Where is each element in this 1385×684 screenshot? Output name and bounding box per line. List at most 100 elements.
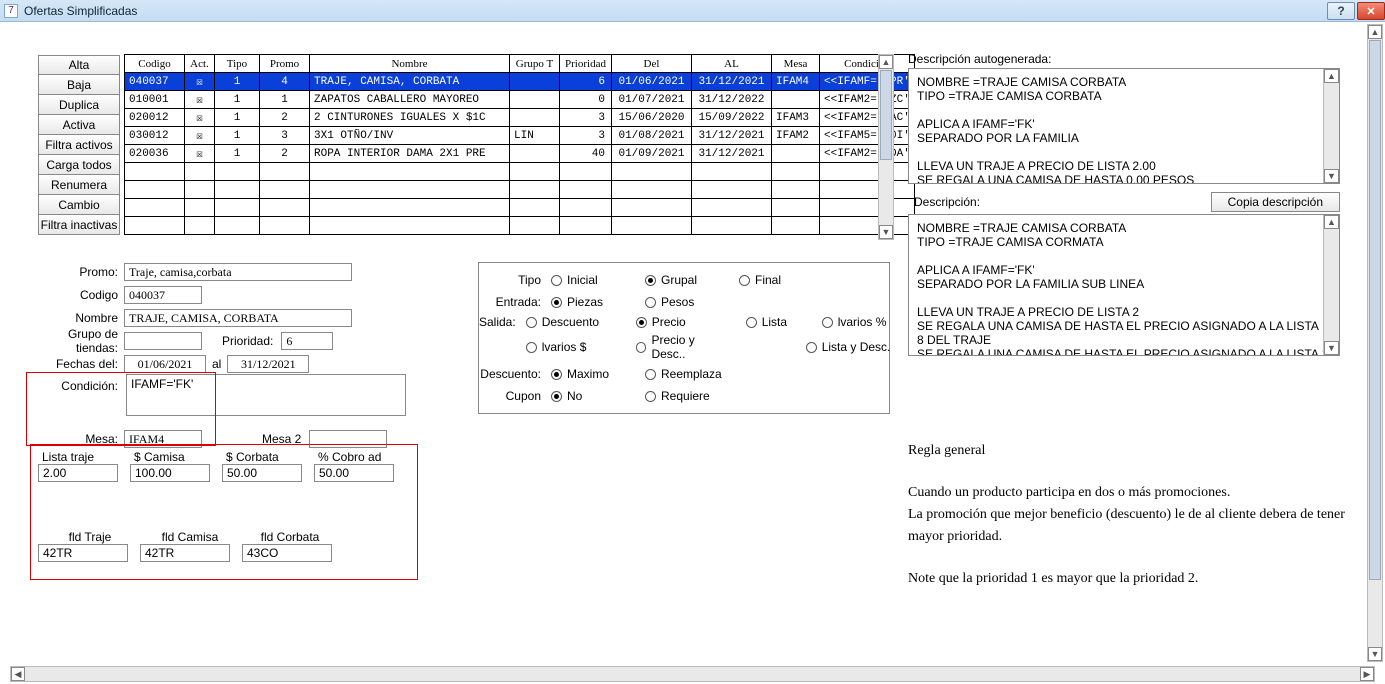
table-row[interactable]: 020036☒12ROPA INTERIOR DAMA 2X1 PRE4001/… bbox=[125, 145, 915, 163]
cell-del: 01/06/2021 bbox=[612, 73, 692, 91]
radio-pesos[interactable]: Pesos bbox=[645, 295, 723, 309]
close-button[interactable] bbox=[1357, 2, 1385, 20]
table-row[interactable]: 030012☒133X1 OTÑO/INVLIN301/08/202131/12… bbox=[125, 127, 915, 145]
duplica-button[interactable]: Duplica bbox=[38, 95, 120, 115]
col-al[interactable]: AL bbox=[692, 55, 772, 73]
radio-requiere[interactable]: Requiere bbox=[645, 389, 723, 403]
autogen-text: NOMBRE =TRAJE CAMISA CORBATA TIPO =TRAJE… bbox=[917, 75, 1331, 184]
radio-maximo[interactable]: Maximo bbox=[551, 367, 629, 381]
col-nombre[interactable]: Nombre bbox=[310, 55, 510, 73]
help-button[interactable]: ? bbox=[1327, 2, 1355, 20]
radio-ivarioss[interactable]: lvarios $ bbox=[526, 333, 620, 361]
radio-lista[interactable]: Lista bbox=[746, 315, 806, 329]
col-promo[interactable]: Promo bbox=[260, 55, 310, 73]
activa-button[interactable]: Activa bbox=[38, 115, 120, 135]
table-row[interactable]: 020012☒122 CINTURONES IGUALES X $1C315/0… bbox=[125, 109, 915, 127]
scroll-right-icon[interactable] bbox=[1360, 667, 1374, 681]
camisa-input[interactable] bbox=[130, 464, 210, 482]
table-row-empty bbox=[125, 181, 915, 199]
salida-label: Salida: bbox=[479, 315, 526, 329]
col-tipo[interactable]: Tipo bbox=[215, 55, 260, 73]
fld-grid: fld Traje fld Camisa fld Corbata bbox=[38, 530, 344, 562]
scroll-left-icon[interactable] bbox=[11, 667, 25, 681]
radio-precio[interactable]: Precio bbox=[636, 315, 730, 329]
col-condicion[interactable]: Condicion bbox=[820, 55, 915, 73]
alta-button[interactable]: Alta bbox=[38, 55, 120, 75]
col-act[interactable]: Act. bbox=[185, 55, 215, 73]
cobro-input[interactable] bbox=[314, 464, 394, 482]
filtra-activos-button[interactable]: Filtra activos bbox=[38, 135, 120, 155]
col-grupo[interactable]: Grupo T bbox=[510, 55, 560, 73]
autogen-scroll[interactable] bbox=[1323, 69, 1339, 183]
desc-text: NOMBRE =TRAJE CAMISA CORBATA TIPO =TRAJE… bbox=[917, 221, 1331, 356]
table-row[interactable]: 040037☒14TRAJE, CAMISA, CORBATA601/06/20… bbox=[125, 73, 915, 91]
entrada-row: Entrada: Piezas Pesos bbox=[479, 291, 889, 313]
copia-descripcion-button[interactable]: Copia descripción bbox=[1211, 192, 1340, 212]
prioridad-input[interactable] bbox=[281, 332, 333, 350]
desc-scroll[interactable] bbox=[1323, 215, 1339, 355]
scroll-up-icon[interactable] bbox=[879, 55, 893, 69]
table-row[interactable]: 010001☒11ZAPATOS CABALLERO MAYOREO001/07… bbox=[125, 91, 915, 109]
col-mesa[interactable]: Mesa bbox=[772, 55, 820, 73]
radio-precioydesc[interactable]: Precio y Desc.. bbox=[636, 333, 730, 361]
radio-final[interactable]: Final bbox=[739, 273, 817, 287]
cell-del: 01/09/2021 bbox=[612, 145, 692, 163]
radio-piezas[interactable]: Piezas bbox=[551, 295, 629, 309]
cell-codigo: 030012 bbox=[125, 127, 185, 145]
col-codigo[interactable]: Codigo bbox=[125, 55, 185, 73]
radio-grupal[interactable]: Grupal bbox=[645, 273, 723, 287]
grupotiendas-label: Grupo de tiendas: bbox=[38, 327, 124, 355]
cell-codigo: 040037 bbox=[125, 73, 185, 91]
col-prioridad[interactable]: Prioridad bbox=[560, 55, 612, 73]
fld-corbata-input[interactable] bbox=[242, 544, 332, 562]
cell-act: ☒ bbox=[185, 109, 215, 127]
fecha-del-input[interactable] bbox=[124, 355, 206, 373]
cell-prio: 3 bbox=[560, 127, 612, 145]
radio-inicial[interactable]: Inicial bbox=[551, 273, 629, 287]
cambio-button[interactable]: Cambio bbox=[38, 195, 120, 215]
radio-ivariospc[interactable]: lvarios % bbox=[822, 315, 916, 329]
filtra-inactivas-button[interactable]: Filtra inactivas bbox=[38, 215, 120, 235]
cell-act: ☒ bbox=[185, 145, 215, 163]
rule-para1: Cuando un producto participa en dos o má… bbox=[908, 482, 1358, 548]
fld-camisa-input[interactable] bbox=[140, 544, 230, 562]
cell-act: ☒ bbox=[185, 127, 215, 145]
col-del[interactable]: Del bbox=[612, 55, 692, 73]
baja-button[interactable]: Baja bbox=[38, 75, 120, 95]
autogen-description[interactable]: NOMBRE =TRAJE CAMISA CORBATA TIPO =TRAJE… bbox=[908, 68, 1340, 184]
desc-label: Descripción: bbox=[908, 195, 1211, 209]
fld-traje-label: fld Traje bbox=[38, 530, 138, 544]
description-box[interactable]: NOMBRE =TRAJE CAMISA CORBATA TIPO =TRAJE… bbox=[908, 214, 1340, 356]
window-hscroll[interactable] bbox=[10, 666, 1375, 682]
scroll-up-icon[interactable] bbox=[1368, 25, 1382, 39]
radio-reemplaza[interactable]: Reemplaza bbox=[645, 367, 723, 381]
codigo-input[interactable] bbox=[124, 286, 202, 304]
fecha-al-input[interactable] bbox=[227, 355, 309, 373]
radio-no[interactable]: No bbox=[551, 389, 629, 403]
nombre-input[interactable] bbox=[124, 309, 352, 327]
offers-table[interactable]: Codigo Act. Tipo Promo Nombre Grupo T Pr… bbox=[124, 54, 915, 235]
scroll-thumb[interactable] bbox=[880, 70, 892, 160]
scroll-down-icon[interactable] bbox=[1368, 647, 1382, 661]
table-vscroll[interactable] bbox=[878, 54, 894, 240]
renumera-button[interactable]: Renumera bbox=[38, 175, 120, 195]
cell-prio: 0 bbox=[560, 91, 612, 109]
corbata-input[interactable] bbox=[222, 464, 302, 482]
cell-codigo: 010001 bbox=[125, 91, 185, 109]
cell-nombre: ROPA INTERIOR DAMA 2X1 PRE bbox=[310, 145, 510, 163]
fld-traje-input[interactable] bbox=[38, 544, 128, 562]
cell-al: 15/09/2022 bbox=[692, 109, 772, 127]
scroll-down-icon[interactable] bbox=[879, 225, 893, 239]
cell-tipo: 1 bbox=[215, 91, 260, 109]
scroll-thumb[interactable] bbox=[1369, 40, 1381, 580]
lista-traje-input[interactable] bbox=[38, 464, 118, 482]
carga-todos-button[interactable]: Carga todos bbox=[38, 155, 120, 175]
cell-codigo: 020012 bbox=[125, 109, 185, 127]
promo-input[interactable] bbox=[124, 263, 352, 281]
radio-descuento[interactable]: Descuento bbox=[526, 315, 620, 329]
radio-listaydesc[interactable]: Lista y Desc. bbox=[806, 333, 900, 361]
cell-prio: 40 bbox=[560, 145, 612, 163]
grupotiendas-input[interactable] bbox=[124, 332, 202, 350]
window-vscroll[interactable] bbox=[1367, 24, 1383, 662]
table-row-empty bbox=[125, 199, 915, 217]
